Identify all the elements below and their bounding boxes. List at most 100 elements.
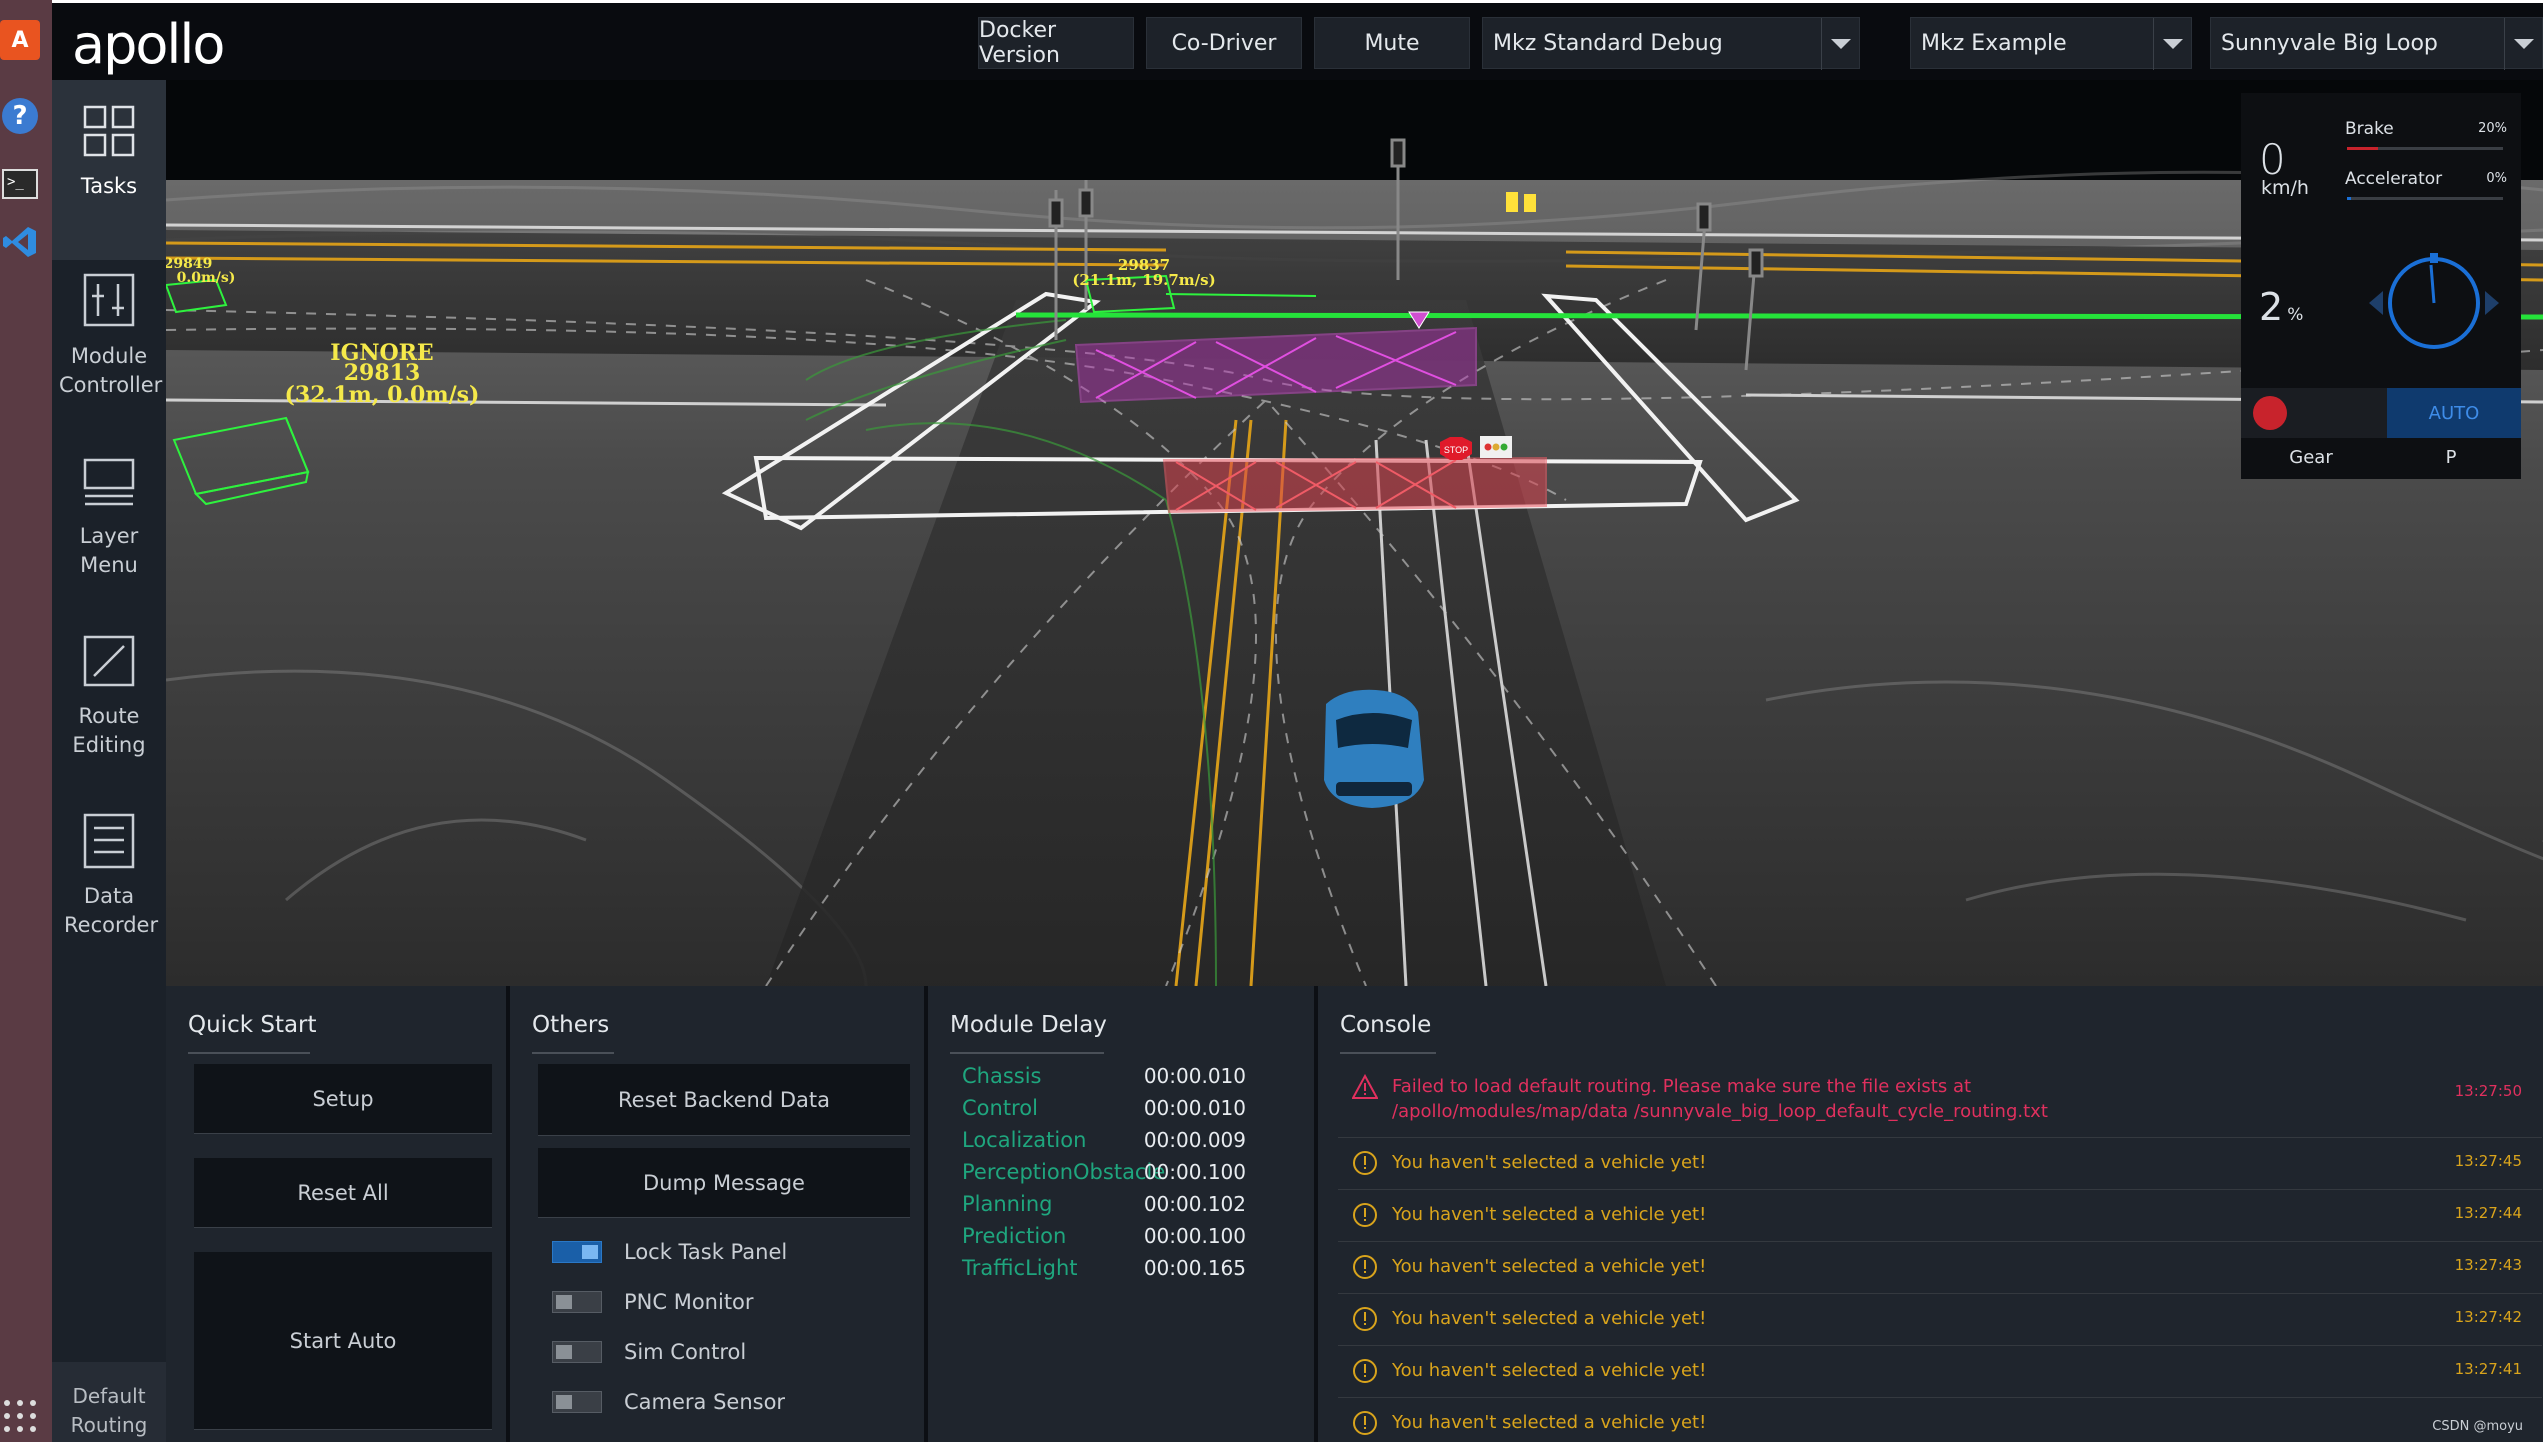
lock-task-panel-switch[interactable]: [552, 1241, 602, 1263]
layers-icon: [83, 458, 135, 506]
nav-data-recorder-label: Data Recorder: [64, 884, 159, 937]
console-message-time: 13:27:45: [2454, 1152, 2522, 1170]
nav-data-recorder[interactable]: Data Recorder: [52, 790, 166, 970]
others-title: Others: [532, 1012, 615, 1054]
vehicle-select-value: Mkz Example: [1921, 30, 2067, 56]
docker-version-button[interactable]: Docker Version: [978, 17, 1134, 69]
console-message-time: 13:27:50: [2454, 1082, 2522, 1100]
reset-backend-data-button[interactable]: Reset Backend Data: [538, 1064, 910, 1136]
camera-sensor-switch[interactable]: [552, 1391, 602, 1413]
nav-layer-menu-label: Layer Menu: [79, 524, 139, 577]
toggle-sim-control[interactable]: Sim Control: [552, 1336, 746, 1368]
warning-icon: [1353, 1255, 1377, 1279]
document-icon: [83, 813, 135, 869]
sim-control-switch[interactable]: [552, 1341, 602, 1363]
side-nav: Tasks Module Controller Layer Menu Route…: [52, 80, 166, 1442]
chevron-down-icon: [1821, 18, 1859, 70]
delay-name: Localization: [962, 1128, 1087, 1152]
console-message: You haven't selected a vehicle yet! 13:2…: [1338, 1138, 2542, 1190]
apollo-logo: apollo: [72, 13, 225, 76]
nav-layer-menu[interactable]: Layer Menu: [52, 430, 166, 610]
toggle-camera-sensor[interactable]: Camera Sensor: [552, 1386, 785, 1418]
pnc-monitor-switch[interactable]: [552, 1291, 602, 1313]
toggle-pnc-monitor[interactable]: PNC Monitor: [552, 1286, 754, 1318]
driving-mode-badge: AUTO: [2387, 388, 2521, 438]
gear-label: Gear: [2289, 447, 2333, 468]
brake-bar: [2347, 147, 2503, 150]
map-select[interactable]: Sunnyvale Big Loop: [2210, 17, 2543, 70]
quick-start-title: Quick Start: [188, 1012, 317, 1054]
mute-button[interactable]: Mute: [1314, 17, 1470, 69]
steering-unit: %: [2287, 305, 2304, 325]
map-select-value: Sunnyvale Big Loop: [2221, 30, 2438, 56]
scene-canvas: STOP IGNORE 29813 (32.1m, 0.0m/s) 29837 …: [166, 80, 2543, 986]
console-message-text: You haven't selected a vehicle yet!: [1392, 1152, 1707, 1173]
delay-name: Control: [962, 1096, 1038, 1120]
stop-sign-icon: STOP: [1440, 437, 1472, 460]
mode-select[interactable]: Mkz Standard Debug: [1482, 17, 1860, 70]
delay-value: 00:00.010: [1143, 1064, 1246, 1088]
toggle-lock-task-panel[interactable]: Lock Task Panel: [552, 1236, 787, 1268]
gear-value: P: [2445, 447, 2457, 468]
sim-control-label: Sim Control: [624, 1340, 747, 1364]
default-routing-button[interactable]: Default Routing: [52, 1362, 166, 1442]
mode-select-value: Mkz Standard Debug: [1493, 30, 1723, 56]
vehicle-select[interactable]: Mkz Example: [1910, 17, 2192, 70]
camera-sensor-label: Camera Sensor: [624, 1390, 786, 1414]
accelerator-bar: [2347, 197, 2503, 200]
reset-all-button[interactable]: Reset All: [194, 1158, 492, 1228]
console-message-text: You haven't selected a vehicle yet!: [1392, 1308, 1707, 1329]
setup-button[interactable]: Setup: [194, 1064, 492, 1134]
console-message-text: You haven't selected a vehicle yet!: [1392, 1256, 1707, 1277]
vehicle-hud: 0 km/h Brake 20% Accelerator 0% 2% RED A…: [2241, 93, 2521, 479]
delay-value: 00:00.165: [1143, 1256, 1246, 1280]
stop-sign-label: STOP: [1444, 445, 1468, 455]
console-message: You haven't selected a vehicle yet!: [1338, 1398, 2542, 1442]
dump-message-button[interactable]: Dump Message: [538, 1148, 910, 1218]
console-message: You haven't selected a vehicle yet! 13:2…: [1338, 1346, 2542, 1398]
error-icon: [1352, 1074, 1378, 1099]
nav-module-controller[interactable]: Module Controller: [52, 250, 166, 430]
console-message-text: You haven't selected a vehicle yet!: [1392, 1360, 1707, 1381]
console-message-text: Failed to load default routing. Please m…: [1392, 1076, 2048, 1122]
top-header: apollo Docker Version Co-Driver Mute Mkz…: [52, 0, 2543, 80]
steering-wheel-icon: [2369, 253, 2499, 349]
console-message: Failed to load default routing. Please m…: [1338, 1074, 2542, 1138]
delay-name: TrafficLight: [962, 1256, 1078, 1280]
quick-start-panel: Quick Start Setup Reset All Start Auto: [166, 986, 510, 1442]
traffic-light-marker-icon: [1480, 436, 1512, 458]
watermark: CSDN @moyu: [2432, 1419, 2523, 1434]
warning-icon: [1353, 1359, 1377, 1383]
delay-value: 00:00.009: [1143, 1128, 1246, 1152]
terminal-icon[interactable]: >_: [0, 164, 40, 204]
co-driver-button[interactable]: Co-Driver: [1146, 17, 1302, 69]
delay-value: 00:00.100: [1143, 1160, 1246, 1184]
nav-route-editing[interactable]: Route Editing: [52, 610, 166, 790]
vscode-icon[interactable]: [0, 222, 40, 262]
brake-percent: 20%: [2478, 121, 2507, 136]
delay-name: Chassis: [962, 1064, 1042, 1088]
delay-row: Control 00:00.010: [962, 1096, 1282, 1128]
delay-name: Planning: [962, 1192, 1053, 1216]
scene-view[interactable]: STOP IGNORE 29813 (32.1m, 0.0m/s) 29837 …: [166, 80, 2543, 986]
software-center-icon[interactable]: A: [0, 20, 40, 60]
console-message-time: 13:27:43: [2454, 1256, 2522, 1274]
console-message: You haven't selected a vehicle yet! 13:2…: [1338, 1242, 2542, 1294]
lock-task-panel-label: Lock Task Panel: [624, 1240, 788, 1264]
start-auto-button[interactable]: Start Auto: [194, 1252, 492, 1430]
console-message-text: You haven't selected a vehicle yet!: [1392, 1412, 1707, 1433]
warning-icon: [1353, 1307, 1377, 1331]
chevron-down-icon: [2153, 18, 2191, 70]
console-message: You haven't selected a vehicle yet! 13:2…: [1338, 1294, 2542, 1346]
accelerator-label: Accelerator: [2345, 169, 2443, 189]
nav-tasks[interactable]: Tasks: [52, 80, 166, 260]
delay-value: 00:00.102: [1143, 1192, 1246, 1216]
route-icon: [83, 635, 135, 687]
help-icon[interactable]: ?: [0, 96, 40, 136]
steering-number: 2: [2259, 285, 2284, 329]
delay-row: Localization 00:00.009: [962, 1128, 1282, 1160]
delay-row: Prediction 00:00.100: [962, 1224, 1282, 1256]
signal-row: RED AUTO: [2241, 388, 2521, 438]
warning-icon: [1353, 1411, 1377, 1435]
app-grid-icon[interactable]: [4, 1400, 38, 1434]
